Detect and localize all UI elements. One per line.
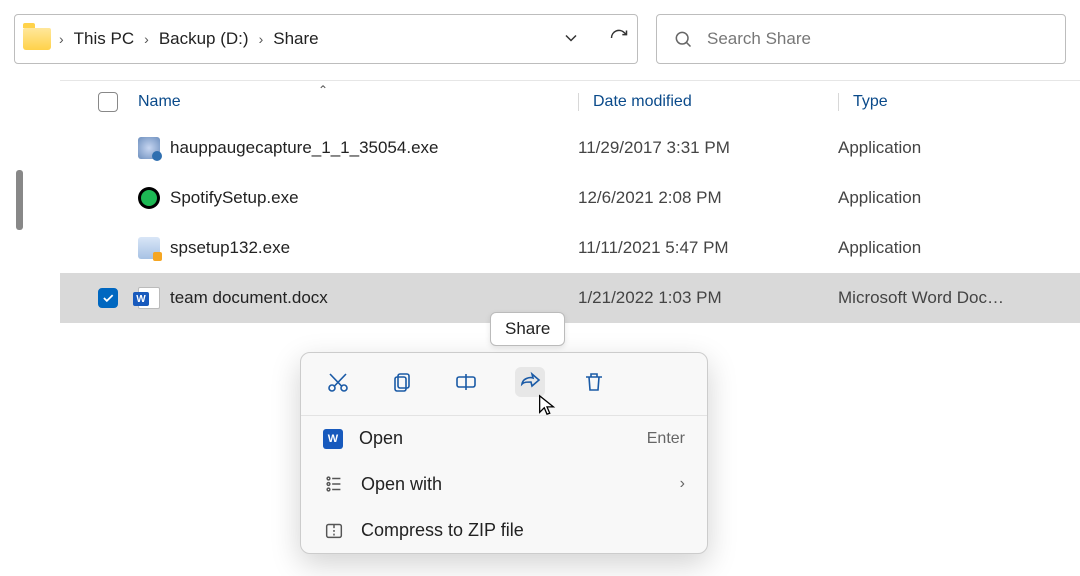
refresh-icon[interactable]	[609, 28, 629, 51]
breadcrumb: › This PC › Backup (D:) › Share	[57, 25, 323, 53]
file-type: Application	[838, 188, 921, 207]
file-name: spsetup132.exe	[170, 238, 290, 258]
search-placeholder: Search Share	[707, 29, 811, 49]
spotify-icon	[138, 187, 160, 209]
menu-open-with[interactable]: Open with ›	[301, 461, 707, 507]
chevron-right-icon: ›	[142, 31, 151, 47]
select-all-checkbox[interactable]	[98, 92, 118, 112]
cut-button[interactable]	[323, 367, 353, 397]
file-name: SpotifySetup.exe	[170, 188, 299, 208]
file-type: Application	[838, 138, 921, 157]
column-headers: Name ⌃ Date modified Type	[60, 81, 1080, 123]
address-bar[interactable]: › This PC › Backup (D:) › Share	[14, 14, 638, 64]
menu-shortcut: Enter	[647, 430, 685, 448]
file-row[interactable]: team document.docx 1/21/2022 1:03 PM Mic…	[60, 273, 1080, 323]
copy-button[interactable]	[387, 367, 417, 397]
folder-icon	[23, 28, 51, 50]
nav-gutter	[0, 80, 60, 323]
mouse-cursor-icon	[536, 394, 558, 419]
file-type: Microsoft Word Doc…	[838, 288, 1004, 307]
word-doc-icon	[138, 287, 160, 309]
menu-label: Compress to ZIP file	[361, 520, 524, 541]
row-checkbox[interactable]	[98, 288, 118, 308]
zip-icon	[323, 519, 345, 541]
menu-compress-zip[interactable]: Compress to ZIP file	[301, 507, 707, 553]
file-list: Name ⌃ Date modified Type hauppaugecaptu…	[60, 80, 1080, 323]
file-date: 12/6/2021 2:08 PM	[578, 188, 722, 207]
menu-open[interactable]: W Open Enter	[301, 416, 707, 461]
column-name[interactable]: Name	[138, 93, 181, 111]
file-row[interactable]: SpotifySetup.exe 12/6/2021 2:08 PM Appli…	[60, 173, 1080, 223]
delete-button[interactable]	[579, 367, 609, 397]
crumb-this-pc[interactable]: This PC	[70, 25, 138, 53]
sort-caret-icon: ⌃	[318, 83, 328, 97]
context-menu: W Open Enter Open with › Compress to ZIP…	[300, 352, 708, 554]
chevron-right-icon: ›	[680, 475, 685, 493]
file-row[interactable]: hauppaugecapture_1_1_35054.exe 11/29/201…	[60, 123, 1080, 173]
search-icon	[673, 29, 693, 49]
file-date: 11/11/2021 5:47 PM	[578, 238, 729, 257]
menu-label: Open with	[361, 474, 442, 495]
rename-button[interactable]	[451, 367, 481, 397]
crumb-share[interactable]: Share	[269, 25, 322, 53]
word-app-icon: W	[323, 429, 343, 449]
file-date: 11/29/2017 3:31 PM	[578, 138, 730, 157]
share-button[interactable]	[515, 367, 545, 397]
file-name: hauppaugecapture_1_1_35054.exe	[170, 138, 438, 158]
crumb-backup[interactable]: Backup (D:)	[155, 25, 253, 53]
chevron-right-icon: ›	[257, 31, 266, 47]
search-input[interactable]: Search Share	[656, 14, 1066, 64]
scrollbar-thumb[interactable]	[16, 170, 23, 230]
column-type[interactable]: Type	[853, 93, 888, 110]
exe-icon	[138, 137, 160, 159]
file-date: 1/21/2022 1:03 PM	[578, 288, 722, 307]
installer-icon	[138, 237, 160, 259]
column-date[interactable]: Date modified	[593, 93, 692, 110]
file-name: team document.docx	[170, 288, 328, 308]
chevron-right-icon: ›	[57, 31, 66, 47]
share-tooltip: Share	[490, 312, 565, 346]
menu-label: Open	[359, 428, 403, 449]
open-with-icon	[323, 473, 345, 495]
tooltip-text: Share	[505, 319, 550, 338]
file-type: Application	[838, 238, 921, 257]
file-row[interactable]: spsetup132.exe 11/11/2021 5:47 PM Applic…	[60, 223, 1080, 273]
chevron-down-icon[interactable]	[561, 28, 581, 51]
